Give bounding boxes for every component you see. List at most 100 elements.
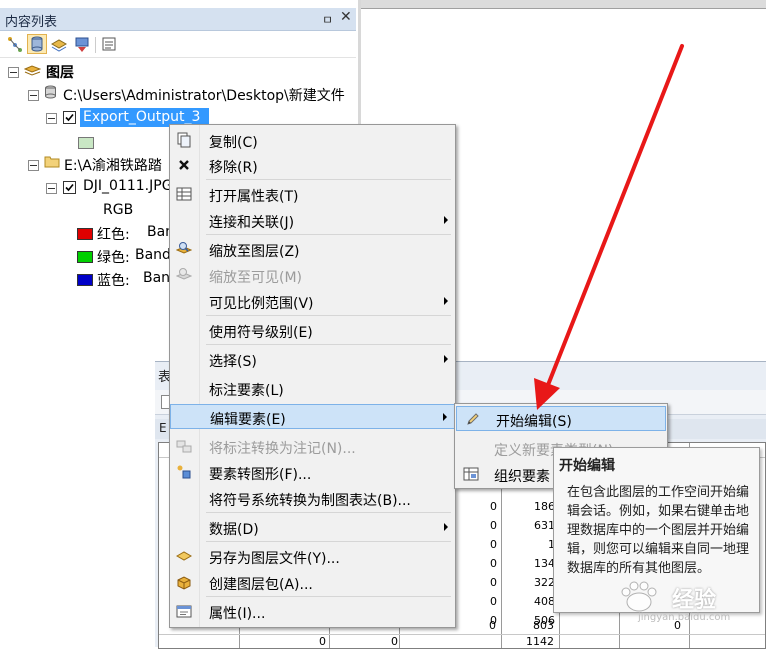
menu-item-zoom-to-layer[interactable]: 缩放至图层(Z) <box>170 237 455 262</box>
watermark-text: 经验 <box>672 588 717 613</box>
menu-item-visible-scale-range[interactable]: 可见比例范围(V) <box>170 289 455 314</box>
submenu-arrow-icon <box>444 523 448 531</box>
menu-separator <box>206 315 451 316</box>
table-cell[interactable]: 0 <box>459 538 497 551</box>
menu-item-zoom-to-visible[interactable]: 缩放至可见(M) <box>170 263 455 288</box>
row-divider <box>159 634 765 635</box>
table-cell[interactable]: 0 <box>458 619 496 632</box>
attribute-table-icon <box>176 186 192 202</box>
menu-item-label: 使用符号级别(E) <box>209 325 313 341</box>
menu-item-start-editing[interactable]: 开始编辑(S) <box>456 406 666 431</box>
data-source-path[interactable]: E:\A渝湘铁路踏 <box>64 155 162 175</box>
menu-item-remove[interactable]: 移除(R) <box>170 153 455 178</box>
layer-visibility-checkbox[interactable] <box>63 181 76 194</box>
convert-labels-icon <box>176 438 192 454</box>
tooltip-body: 在包含此图层的工作空间开始编辑会话。例如，如果右键单击地理数据库中的一个图层并开… <box>567 485 750 576</box>
menu-separator <box>206 541 451 542</box>
table-cell[interactable]: 0 <box>459 595 497 608</box>
menu-item-label: 缩放至可见(M) <box>209 270 303 286</box>
menu-item-label: 可见比例范围(V) <box>209 296 314 312</box>
features-to-graphics-icon <box>176 464 192 480</box>
collapse-toggle[interactable] <box>28 160 39 171</box>
menu-item-label: 另存为图层文件(Y)... <box>209 551 340 567</box>
menu-separator <box>206 344 451 345</box>
table-cell[interactable]: 1142 <box>508 635 554 648</box>
menu-item-save-as-layer-file[interactable]: 另存为图层文件(Y)... <box>170 544 455 569</box>
pin-icon[interactable]: ㅁ <box>322 11 333 28</box>
menu-item-selection[interactable]: 选择(S) <box>170 347 455 372</box>
polygon-symbol-swatch[interactable] <box>78 137 94 149</box>
table-cell[interactable]: 631 <box>509 519 555 532</box>
table-tab[interactable]: E <box>159 421 167 435</box>
menu-item-label: 选择(S) <box>209 354 257 370</box>
collapse-toggle[interactable] <box>28 90 39 101</box>
layers-icon <box>23 64 42 78</box>
table-cell[interactable]: 1 <box>509 538 555 551</box>
menu-item-label: 编辑要素(E) <box>210 412 286 428</box>
list-by-source-icon[interactable] <box>27 34 47 54</box>
menu-item-label: 连接和关联(J) <box>209 215 295 231</box>
collapse-toggle[interactable] <box>8 67 19 78</box>
table-cell[interactable]: 408 <box>509 595 555 608</box>
menu-item-label: 数据(D) <box>209 522 259 538</box>
menu-item-use-symbol-levels[interactable]: 使用符号级别(E) <box>170 318 455 343</box>
submenu-arrow-icon <box>444 216 448 224</box>
menu-item-features-to-graphics[interactable]: 要素转图形(F)... <box>170 460 455 485</box>
green-band-label: 绿色: <box>97 250 130 266</box>
layer-name-export-output[interactable]: Export_Output_3 <box>83 109 200 125</box>
table-cell[interactable]: 0 <box>288 635 326 648</box>
table-cell[interactable]: 0 <box>459 576 497 589</box>
copy-icon <box>176 132 192 148</box>
layer-name-raster[interactable]: DJI_0111.JPG <box>83 178 173 194</box>
menu-item-edit-features[interactable]: 编辑要素(E) <box>170 404 455 429</box>
menu-item-joins-relates[interactable]: 连接和关联(J) <box>170 208 455 233</box>
menu-item-label: 组织要素 <box>494 469 550 485</box>
table-cell[interactable]: 134 <box>509 557 555 570</box>
menu-separator <box>206 596 451 597</box>
menu-item-label-features[interactable]: 标注要素(L) <box>170 376 455 401</box>
menu-item-create-layer-package[interactable]: 创建图层包(A)... <box>170 570 455 595</box>
properties-icon <box>176 603 192 619</box>
tooltip-title: 开始编辑 <box>559 458 615 474</box>
list-by-drawing-order-icon[interactable] <box>6 35 24 53</box>
layer-visibility-checkbox[interactable] <box>63 111 76 124</box>
rgb-label: RGB <box>103 202 134 218</box>
list-by-selection-icon[interactable] <box>73 35 91 53</box>
layers-root-label[interactable]: 图层 <box>46 62 74 82</box>
menu-item-label: 标注要素(L) <box>209 383 284 399</box>
toc-toolbar <box>0 31 356 58</box>
collapse-toggle[interactable] <box>46 113 57 124</box>
menu-item-label: 属性(I)... <box>209 606 266 622</box>
menu-item-convert-symbology-to-representation[interactable]: 将符号系统转换为制图表达(B)... <box>170 486 455 511</box>
menu-item-convert-labels-to-annotation[interactable]: 将标注转换为注记(N)... <box>170 434 455 459</box>
table-cell[interactable]: 0 <box>459 557 497 570</box>
table-cell[interactable]: 0 <box>459 500 497 513</box>
save-layer-file-icon <box>175 548 193 564</box>
green-band-swatch <box>77 251 93 263</box>
toc-title-bar: 内容列表 ㅁ ✕ <box>0 8 356 31</box>
submenu-arrow-icon <box>444 297 448 305</box>
submenu-arrow-icon <box>444 355 448 363</box>
collapse-toggle[interactable] <box>46 183 57 194</box>
table-cell[interactable]: 0 <box>459 519 497 532</box>
table-cell[interactable]: 322 <box>509 576 555 589</box>
table-cell[interactable]: 0 <box>360 635 398 648</box>
data-source-path[interactable]: C:\Users\Administrator\Desktop\新建文件 <box>63 85 345 105</box>
options-icon[interactable] <box>100 35 118 53</box>
blue-band-label: 蓝色: <box>97 273 130 289</box>
green-band-value: Band <box>135 247 171 263</box>
table-cell[interactable]: 186 <box>509 500 555 513</box>
menu-separator <box>206 179 451 180</box>
close-icon[interactable]: ✕ <box>340 9 352 25</box>
menu-item-data[interactable]: 数据(D) <box>170 515 455 540</box>
top-toolbar-strip <box>360 0 766 9</box>
menu-item-open-attribute-table[interactable]: 打开属性表(T) <box>170 182 455 207</box>
list-by-visibility-icon[interactable] <box>50 35 68 53</box>
menu-item-copy[interactable]: 复制(C) <box>170 128 455 153</box>
table-cell[interactable]: 803 <box>508 619 554 632</box>
menu-item-label: 移除(R) <box>209 160 258 176</box>
menu-item-label: 缩放至图层(Z) <box>209 244 300 260</box>
zoom-to-layer-icon <box>175 241 193 257</box>
remove-x-icon <box>176 157 192 173</box>
menu-item-properties[interactable]: 属性(I)... <box>170 599 455 624</box>
